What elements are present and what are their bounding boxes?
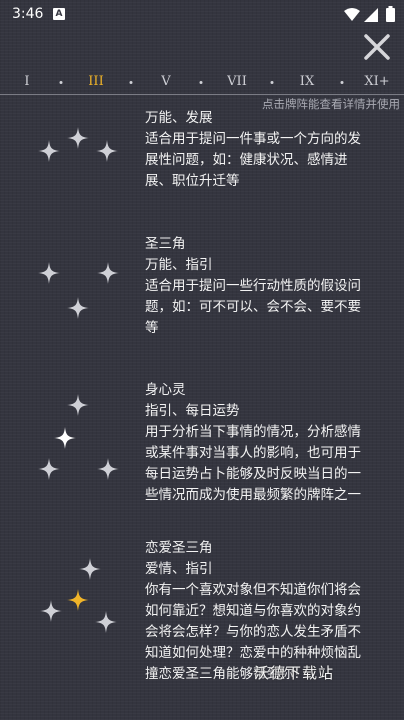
card-position-star-icon [38, 262, 60, 284]
status-bar: 3:46 A [0, 0, 404, 30]
spread-title: 爱情、指引 [145, 561, 213, 577]
spread-text-line: 展、职位升迁等 [145, 173, 240, 189]
spread-text-line: 知道如何处理？恋爱中的种种烦恼乱 [145, 645, 361, 661]
spread-text-line: 展性问题，如：健康状况、感情进 [145, 152, 348, 168]
card-position-star-icon [38, 458, 60, 480]
spread-text-line: 等 [145, 320, 159, 336]
spread-text-line: 如何靠近？想知道与你喜欢的对象约 [145, 603, 361, 619]
signal-icon [364, 7, 378, 26]
spread-description: 身心灵 指引、每日运势 用于分析当下事情的情况，分析感情 或某件事对当事人的影响… [145, 380, 385, 506]
card-position-star-icon [54, 427, 76, 449]
spread-name: 身心灵 [145, 382, 186, 398]
nav-dot [59, 81, 63, 84]
spread-text-line: 你有一个喜欢对象但不知道你们将会 [145, 582, 361, 598]
card-position-star-icon [67, 589, 89, 611]
card-position-star-icon [79, 558, 101, 580]
spread-name: 圣三角 [145, 236, 186, 252]
battery-icon [386, 6, 395, 26]
card-position-star-icon [67, 394, 89, 416]
spread-description: 圣三角 万能、指引 适合用于提问一些行动性质的假设问 题，如：可不可以、会不会、… [145, 234, 385, 339]
tab-11-plus[interactable]: XI+ [364, 74, 389, 89]
spread-title: 万能、发展 [145, 110, 213, 126]
status-time: 3:46 [12, 6, 44, 22]
tab-5[interactable]: V [161, 74, 170, 89]
watermark: 沃德下载站 [254, 664, 335, 682]
spread-title: 指引、每日运势 [145, 403, 240, 419]
nav-dot [340, 81, 344, 84]
spread-title: 万能、指引 [145, 257, 213, 273]
card-position-star-icon [38, 140, 60, 162]
notification-icon: A [53, 8, 65, 20]
close-icon [364, 34, 390, 60]
spread-text-line: 用于分析当下事情的情况，分析感情 [145, 424, 361, 440]
card-position-star-icon [96, 140, 118, 162]
tab-1[interactable]: I [24, 74, 29, 89]
spread-text-line: 适合用于提问一件事或一个方向的发 [145, 131, 361, 147]
tab-9[interactable]: IX [300, 74, 314, 89]
close-button[interactable] [360, 30, 394, 64]
spread-text-line: 或某件事对当事人的影响，也可用于 [145, 445, 361, 461]
card-position-star-icon [67, 297, 89, 319]
tab-3[interactable]: III [88, 74, 103, 89]
card-position-star-icon [97, 262, 119, 284]
spread-card-holy-triangle[interactable]: 圣三角 万能、指引 适合用于提问一些行动性质的假设问 题，如：可不可以、会不会、… [0, 234, 404, 344]
spread-text-line: 些情况而成为使用最频繁的牌阵之一 [145, 487, 361, 503]
spread-card-love-triangle[interactable]: 恋爱圣三角 爱情、指引 你有一个喜欢对象但不知道你们将会 如何靠近？想知道与你喜… [0, 538, 404, 688]
spread-card-body-mind-spirit[interactable]: 身心灵 指引、每日运势 用于分析当下事情的情况，分析感情 或某件事对当事人的影响… [0, 380, 404, 510]
tab-7[interactable]: VII [227, 74, 247, 89]
spread-name: 恋爱圣三角 [145, 540, 213, 556]
nav-dot [270, 81, 274, 84]
nav-dot [129, 81, 133, 84]
spread-size-nav: I III V VII IX XI+ [0, 64, 404, 95]
card-position-star-icon [95, 611, 117, 633]
card-position-star-icon [67, 127, 89, 149]
spread-text-line: 会将会怎样？与你的恋人发生矛盾不 [145, 624, 361, 640]
nav-dot [199, 81, 203, 84]
card-position-star-icon [40, 600, 62, 622]
spread-card-development[interactable]: 万能、发展 适合用于提问一件事或一个方向的发 展性问题，如：健康状况、感情进 展… [0, 108, 404, 198]
spread-text-line: 适合用于提问一些行动性质的假设问 [145, 278, 361, 294]
wifi-icon [344, 7, 360, 26]
spread-text-line: 题，如：可不可以、会不会、要不要 [145, 299, 361, 315]
card-position-star-icon [97, 458, 119, 480]
spread-text-line: 每日运势占卜能够及时反映当日的一 [145, 466, 361, 482]
spread-description: 万能、发展 适合用于提问一件事或一个方向的发 展性问题，如：健康状况、感情进 展… [145, 108, 385, 192]
